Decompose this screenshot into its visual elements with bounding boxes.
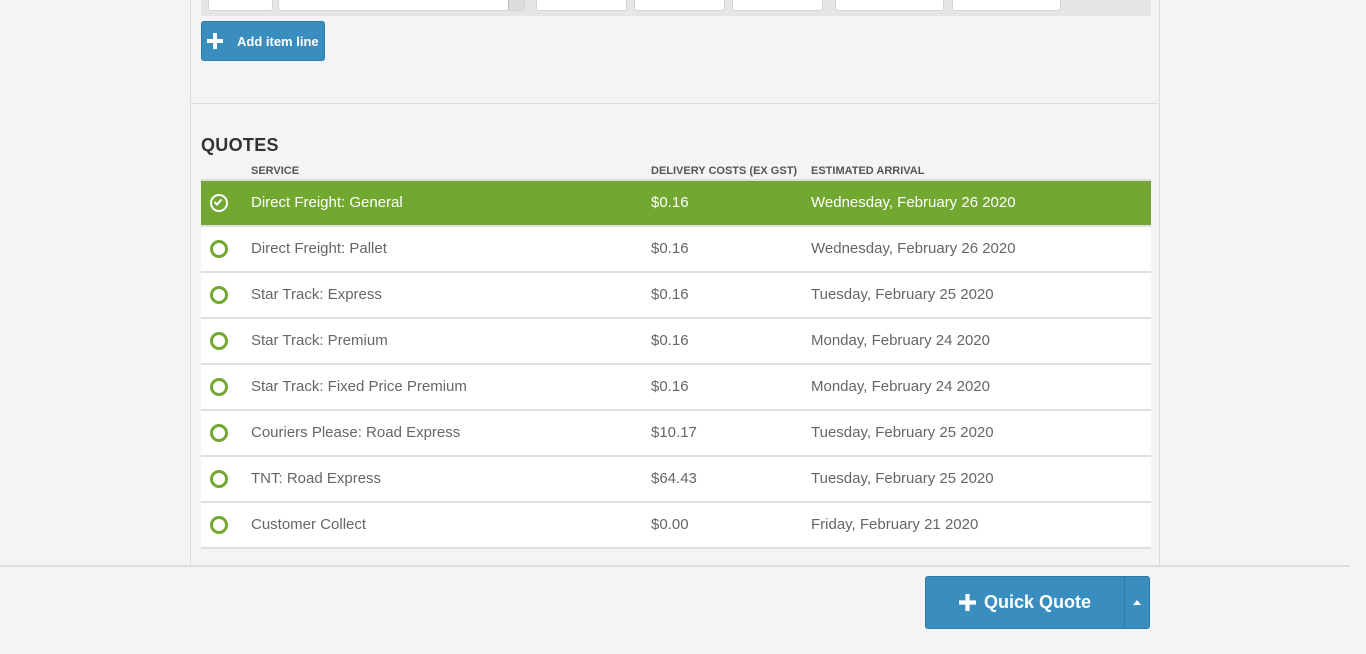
quote-estimated-arrival: Tuesday, February 25 2020 — [811, 286, 994, 303]
quote-estimated-arrival: Friday, February 21 2020 — [811, 516, 979, 533]
quote-service: Customer Collect — [251, 516, 367, 533]
quote-estimated-arrival: Wednesday, February 26 2020 — [811, 240, 1016, 257]
quick-quote-button[interactable]: Quick Quote — [926, 577, 1124, 628]
quote-delivery-cost: $0.16 — [651, 286, 689, 303]
item-lines-strip — [201, 0, 1151, 16]
radio-circle-icon[interactable] — [210, 240, 228, 258]
item-length-field[interactable] — [536, 0, 627, 11]
quote-delivery-cost: $10.17 — [651, 424, 697, 441]
item-description-field[interactable] — [278, 0, 525, 11]
quote-estimated-arrival: Monday, February 24 2020 — [811, 378, 990, 395]
quotes-heading: QUOTES — [201, 135, 279, 155]
quote-row[interactable]: Star Track: Premium $0.16 Monday, February… — [201, 319, 1151, 365]
item-quantity-field[interactable] — [208, 0, 273, 11]
item-height-field[interactable] — [732, 0, 823, 11]
quote-row[interactable]: Couriers Please: Road Express $10.17 Tuesd… — [201, 411, 1151, 457]
radio-circle-icon[interactable] — [210, 286, 228, 304]
quote-delivery-cost: $0.16 — [651, 240, 689, 257]
radio-circle-icon[interactable] — [210, 424, 228, 442]
item-weight-field[interactable] — [835, 0, 944, 11]
radio-circle-icon[interactable] — [210, 378, 228, 396]
quote-service: Couriers Please: Road Express — [251, 424, 461, 441]
column-header-service: SERVICE — [251, 165, 300, 177]
quotes-table: Direct Freight: General $0.16 Wednesday, F… — [201, 179, 1151, 549]
footer-divider — [0, 565, 1350, 567]
item-description-dropdown-handle[interactable] — [508, 0, 524, 10]
item-width-field[interactable] — [634, 0, 725, 11]
quote-estimated-arrival: Wednesday, February 26 2020 — [811, 194, 1016, 211]
quick-quote-label: Quick Quote — [983, 592, 1091, 612]
quote-row[interactable]: Direct Freight: General $0.16 Wednesday, F… — [201, 181, 1151, 227]
plus-icon — [958, 594, 976, 611]
quote-service: Direct Freight: General — [251, 194, 403, 211]
add-item-line-label: Add item line — [237, 33, 319, 49]
column-header-delivery-costs: DELIVERY COSTS (EX GST) — [651, 165, 798, 177]
quick-quote-menu-toggle[interactable] — [1124, 577, 1149, 628]
column-header-estimated-arrival: ESTIMATED ARRIVAL — [811, 165, 925, 177]
radio-circle-icon[interactable] — [210, 516, 228, 534]
plus-icon — [207, 33, 223, 49]
quote-estimated-arrival: Tuesday, February 25 2020 — [811, 424, 994, 441]
check-circle-icon[interactable] — [210, 194, 228, 212]
quote-estimated-arrival: Tuesday, February 25 2020 — [811, 470, 994, 487]
quote-service: Star Track: Premium — [251, 332, 388, 349]
radio-circle-icon[interactable] — [210, 470, 228, 488]
quote-row[interactable]: Star Track: Express $0.16 Tuesday, Februar… — [201, 273, 1151, 319]
add-item-line-button[interactable]: Add item line — [201, 21, 325, 61]
quick-quote-split-button[interactable]: Quick Quote — [925, 576, 1150, 629]
quote-estimated-arrival: Monday, February 24 2020 — [811, 332, 990, 349]
quote-service: Direct Freight: Pallet — [251, 240, 387, 257]
quote-delivery-cost: $0.16 — [651, 194, 689, 211]
quote-service: Star Track: Fixed Price Premium — [251, 378, 467, 395]
item-cubic-field[interactable] — [952, 0, 1061, 11]
quote-row[interactable]: TNT: Road Express $64.43 Tuesday, February… — [201, 457, 1151, 503]
section-divider — [191, 103, 1158, 104]
caret-up-icon — [1133, 600, 1141, 605]
quote-row[interactable]: Star Track: Fixed Price Premium $0.16 Mond… — [201, 365, 1151, 411]
quote-row[interactable]: Customer Collect $0.00 Friday, February 21… — [201, 503, 1151, 549]
quote-service: Star Track: Express — [251, 286, 382, 303]
quote-delivery-cost: $0.16 — [651, 378, 689, 395]
quote-service: TNT: Road Express — [251, 470, 382, 487]
radio-circle-icon[interactable] — [210, 332, 228, 350]
quote-delivery-cost: $0.00 — [651, 516, 689, 533]
quote-delivery-cost: $64.43 — [651, 470, 697, 487]
quote-row[interactable]: Direct Freight: Pallet $0.16 Wednesday, Fe… — [201, 227, 1151, 273]
quote-delivery-cost: $0.16 — [651, 332, 689, 349]
